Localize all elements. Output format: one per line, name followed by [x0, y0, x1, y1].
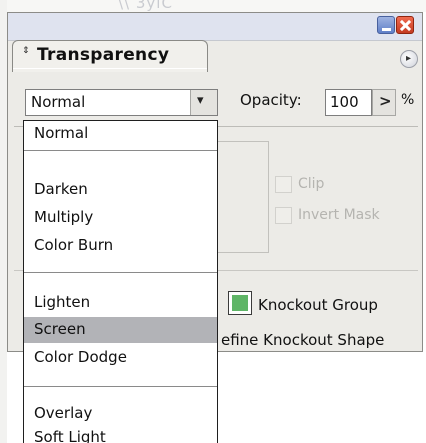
background-partial-text: \\ 3ylC	[118, 0, 173, 12]
dropdown-item-screen[interactable]: Screen	[24, 317, 217, 343]
dropdown-separator	[24, 386, 217, 387]
tab-bevel	[13, 68, 207, 69]
tab-transparency[interactable]: ⇕ Transparency	[12, 40, 208, 72]
panel-menu-button[interactable]: ▸	[400, 50, 418, 68]
tab-label: Transparency	[37, 45, 170, 65]
dropdown-separator	[24, 150, 217, 151]
chevron-right-icon: >	[379, 92, 392, 110]
clip-checkbox[interactable]	[275, 176, 292, 193]
checked-mark-icon	[232, 295, 248, 311]
blend-mode-select[interactable]: Normal ▾	[25, 89, 218, 116]
dropdown-item-soft-light[interactable]: Soft Light	[24, 425, 217, 443]
knockout-group-checkbox[interactable]	[228, 291, 252, 315]
knockout-group-label: Knockout Group	[258, 296, 378, 314]
opacity-unit: %	[401, 92, 415, 108]
panel-menu-icon: ▸	[406, 53, 412, 64]
opacity-label: Opacity:	[240, 91, 302, 109]
minimize-icon[interactable]	[377, 16, 395, 34]
opacity-slider-button[interactable]: >	[372, 89, 396, 116]
dropdown-item-darken[interactable]: Darken	[24, 177, 217, 203]
blend-mode-dropdown-list: Normal Darken Multiply Color Burn Lighte…	[23, 120, 218, 443]
dropdown-item-normal[interactable]: Normal	[24, 121, 217, 147]
dropdown-item-multiply[interactable]: Multiply	[24, 205, 217, 231]
define-knockout-shape-label: efine Knockout Shape	[221, 331, 385, 349]
background-left-strip	[0, 0, 7, 443]
dropdown-item-lighten[interactable]: Lighten	[24, 290, 217, 316]
panel-title-bar[interactable]	[8, 13, 422, 41]
opacity-input[interactable]: 100	[325, 89, 372, 116]
background-top-strip	[0, 0, 426, 12]
dropdown-item-color-burn[interactable]: Color Burn	[24, 233, 217, 259]
invert-mask-label: Invert Mask	[298, 207, 380, 223]
dropdown-separator	[24, 272, 217, 273]
up-down-arrows-icon: ⇕	[22, 46, 30, 56]
close-icon[interactable]	[396, 16, 414, 34]
chevron-down-icon: ▾	[197, 93, 204, 108]
dropdown-item-color-dodge[interactable]: Color Dodge	[24, 345, 217, 371]
dropdown-item-overlay[interactable]: Overlay	[24, 401, 217, 427]
blend-mode-value: Normal	[31, 93, 86, 111]
clip-label: Clip	[298, 176, 325, 192]
opacity-value: 100	[330, 93, 359, 111]
invert-mask-checkbox[interactable]	[275, 207, 292, 224]
blend-mode-dropdown-button[interactable]: ▾	[190, 90, 217, 115]
